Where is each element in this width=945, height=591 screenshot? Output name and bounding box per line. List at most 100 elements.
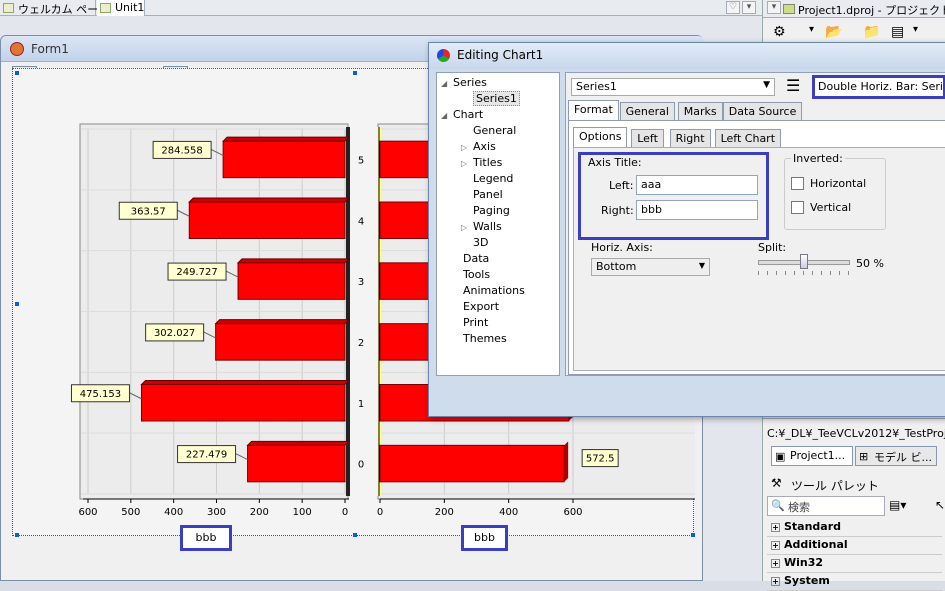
left-title-label: Left: — [609, 179, 634, 192]
tree-expander-icon[interactable]: ▷ — [461, 223, 473, 232]
left-bar-label: 475.153 — [80, 389, 121, 400]
category-tick-label: 1 — [358, 399, 364, 410]
left-title-input[interactable]: aaa — [636, 175, 758, 195]
tree-item-axis[interactable]: ▷ Axis — [461, 140, 496, 153]
search-icon: 🔍 — [771, 499, 785, 512]
vertical-label: Vertical — [810, 201, 852, 214]
right-axis-title-box: bbb — [461, 525, 508, 551]
tree-item-tools[interactable]: Tools — [451, 268, 490, 281]
left-bar — [247, 444, 346, 483]
tab-data-source[interactable]: Data Source — [722, 102, 803, 120]
options-tab-page: Axis Title: Left: aaa Right: bbb Inverte… — [573, 147, 945, 371]
axis-title-group: Axis Title: Left: aaa Right: bbb — [578, 152, 769, 240]
tab-left[interactable]: Left — [631, 129, 664, 147]
view-dropdown-icon[interactable]: ▾ — [913, 24, 918, 35]
left-axis-title-box: bbb — [180, 525, 232, 551]
tree-item-legend[interactable]: Legend — [461, 172, 513, 185]
tab-model-view[interactable]: ⊞ モデル ビ... — [855, 446, 937, 466]
series-menu-icon[interactable]: ☰ — [786, 78, 800, 94]
left-bar-label: 284.558 — [161, 145, 202, 156]
right-title-label: Right: — [601, 204, 634, 217]
palette-category[interactable]: + Standard — [767, 520, 942, 537]
tree-item-3d[interactable]: 3D — [461, 236, 488, 249]
tree-item-titles[interactable]: ▷ Titles — [461, 156, 502, 169]
tree-item-chart[interactable]: ◢ Chart — [441, 108, 483, 121]
left-axis-tick-label: 0 — [342, 507, 348, 518]
palette-category[interactable]: + Additional — [767, 538, 942, 555]
left-axis-title: bbb — [195, 531, 217, 544]
tab-list-heart-icon[interactable]: ♡ — [726, 1, 740, 14]
palette-pointer-icon[interactable]: ↖ — [935, 498, 945, 512]
tab-left-chart[interactable]: Left Chart — [714, 129, 782, 147]
inverted-group: Inverted: Horizontal Vertical — [784, 152, 886, 230]
tab-general[interactable]: General — [619, 102, 675, 120]
pane-dropdown-icon[interactable]: ▾ — [767, 1, 781, 14]
tab-right[interactable]: Right — [669, 129, 711, 147]
editor-tab-bar: ウェルカム ページ Unit1 ♡ ▾ — [0, 0, 762, 16]
dialog-title: Editing Chart1 — [457, 48, 544, 62]
tree-item-data[interactable]: Data — [451, 252, 489, 265]
dialog-title-bar[interactable]: Editing Chart1 — [429, 43, 945, 69]
split-value: 50 % — [856, 257, 884, 270]
palette-category-icon[interactable]: ▤▾ — [889, 498, 906, 512]
right-title-input[interactable]: bbb — [636, 200, 758, 220]
right-axis-tick-label: 200 — [435, 507, 454, 518]
split-label: Split: — [758, 241, 787, 254]
tree-item-animations[interactable]: Animations — [451, 284, 525, 297]
tree-item-print[interactable]: Print — [451, 316, 488, 329]
tree-expander-icon[interactable]: ◢ — [441, 111, 453, 120]
tab-options[interactable]: Options — [573, 127, 628, 147]
left-bar-top — [221, 136, 351, 142]
left-bar-label: 249.727 — [176, 267, 217, 278]
category-tick-label: 4 — [358, 216, 364, 227]
tree-item-series[interactable]: ◢ Series — [441, 76, 487, 89]
tree-item-walls[interactable]: ▷ Walls — [461, 220, 502, 233]
tree-item-paging[interactable]: Paging — [461, 204, 510, 217]
welcome-page-icon — [3, 3, 14, 13]
tool-palette-title: ツール パレット — [791, 479, 879, 493]
tool-palette-icon: ⚒ — [771, 476, 782, 490]
view-icon[interactable]: ▤ — [891, 24, 904, 40]
tab-welcome-page[interactable]: ウェルカム ページ — [0, 0, 109, 16]
tab-unit1[interactable]: Unit1 — [97, 0, 145, 16]
add-folder-icon[interactable]: 📂 — [825, 24, 842, 40]
palette-category[interactable]: + Win32 — [767, 556, 942, 573]
left-bar — [188, 201, 346, 239]
unit-file-icon — [100, 3, 111, 13]
tab-marks[interactable]: Marks — [677, 102, 723, 120]
editing-chart-dialog[interactable]: Editing Chart1 ◢ Series Series1 ◢ Chart Gener… — [428, 42, 945, 417]
project-manager-title: Project1.dproj - プロジェクト マネ — [798, 4, 945, 17]
tree-item-themes[interactable]: Themes — [451, 332, 507, 345]
tab-project[interactable]: ▣ Project1... — [771, 446, 853, 466]
left-axis-tick-label: 200 — [250, 507, 269, 518]
tree-item-panel[interactable]: Panel — [461, 188, 503, 201]
activate-project-icon[interactable]: ⚙ — [773, 24, 786, 40]
new-item-dropdown-icon[interactable]: ▾ — [809, 24, 814, 35]
tree-item-general[interactable]: General — [461, 124, 516, 137]
tab-list-dropdown-icon[interactable]: ▾ — [742, 1, 756, 14]
horiz-axis-select[interactable]: Bottom ▼ — [591, 258, 710, 276]
selection-handle — [15, 71, 19, 75]
split-slider-thumb[interactable] — [800, 254, 808, 269]
model-view-icon: ⊞ — [859, 450, 869, 463]
tree-expander-icon[interactable]: ▷ — [461, 159, 473, 168]
vertical-checkbox[interactable] — [791, 201, 804, 214]
delphi-form-icon — [10, 42, 24, 56]
editor-tree[interactable]: ◢ Series Series1 ◢ Chart General ▷ Axis ▷ Titles L… — [436, 72, 560, 376]
palette-search-input[interactable]: 🔍 検索 — [767, 496, 885, 516]
horizontal-checkbox[interactable] — [791, 177, 804, 190]
tree-item-export[interactable]: Export — [451, 300, 499, 313]
tab-format[interactable]: Format — [568, 100, 619, 120]
series-select[interactable]: Series1 ▼ — [571, 78, 775, 96]
right-axis-title: bbb — [474, 531, 495, 544]
palette-category[interactable]: + System — [767, 574, 942, 591]
category-tick-label: 0 — [358, 460, 364, 471]
open-folder-icon[interactable]: 📁 — [863, 24, 880, 40]
tree-expander-icon[interactable]: ▷ — [461, 143, 473, 152]
left-bar-top — [140, 380, 351, 385]
left-bar-label: 302.027 — [154, 328, 195, 339]
chevron-down-icon: ▼ — [763, 80, 770, 90]
left-bar — [237, 262, 346, 300]
tree-expander-icon[interactable]: ◢ — [441, 79, 453, 88]
tree-item-series1[interactable]: Series1 — [461, 91, 520, 106]
